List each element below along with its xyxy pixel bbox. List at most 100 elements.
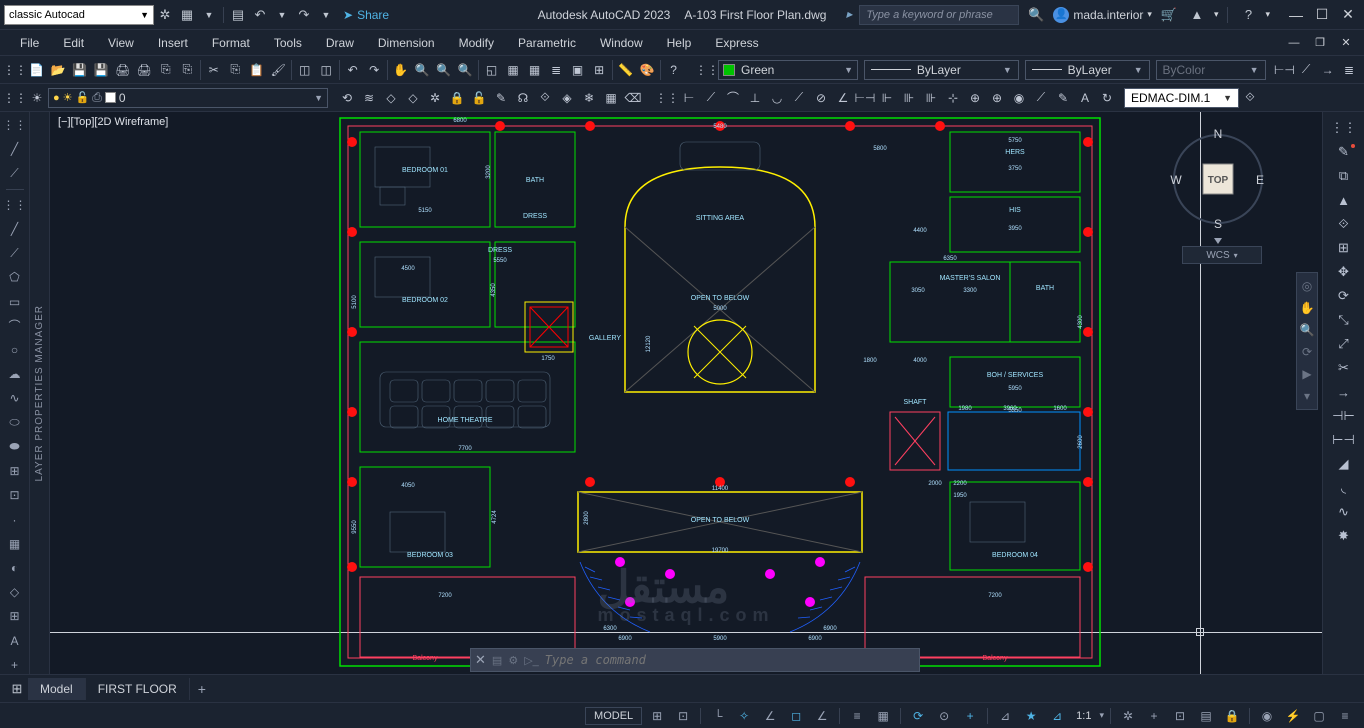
dimstyle-icon[interactable]: ⟐ xyxy=(1239,87,1261,109)
linetype-selector[interactable]: ByLayer ▼ xyxy=(864,60,1019,80)
anno-visibility-icon[interactable]: ★ xyxy=(1020,706,1042,726)
menu-parametric[interactable]: Parametric xyxy=(506,33,588,53)
dim-linear-icon[interactable]: ⊢⊣ xyxy=(1273,59,1295,81)
menu-window[interactable]: Window xyxy=(588,33,655,53)
wcs-indicator[interactable]: WCS ▾ xyxy=(1182,246,1262,264)
chevron-down-icon[interactable]: ▼ xyxy=(317,6,335,24)
layer-off-icon[interactable]: ◇ xyxy=(402,87,424,109)
dim-ordinate-icon[interactable]: ⊥ xyxy=(744,87,766,109)
array-icon[interactable]: ⊞ xyxy=(1331,238,1357,258)
layer-vpfreeze-icon[interactable]: ❄ xyxy=(578,87,600,109)
workspace-selector[interactable]: classic Autocad ▼ xyxy=(4,5,154,25)
3dosnap-icon[interactable]: ⊙ xyxy=(933,706,955,726)
dim-quick-icon[interactable]: ⊢⊣ xyxy=(854,87,876,109)
publish-icon[interactable]: ⎘ xyxy=(155,59,177,81)
dim-angular-icon[interactable]: ∠ xyxy=(832,87,854,109)
explode-icon[interactable]: ✸ xyxy=(1331,526,1357,546)
pan-icon[interactable]: ✋ xyxy=(390,59,412,81)
add-selected-icon[interactable]: + xyxy=(5,656,25,674)
tolerance-icon[interactable]: ⊕ xyxy=(964,87,986,109)
rotate-icon[interactable]: ⟳ xyxy=(1331,286,1357,306)
dimstyle-selector[interactable]: EDMAC-DIM.1 ▼ xyxy=(1124,88,1239,108)
transparency-icon[interactable]: ▦ xyxy=(872,706,894,726)
construction-line-icon[interactable]: ╱ xyxy=(5,220,25,238)
search-icon[interactable]: 🔍 xyxy=(1027,6,1045,24)
extend-icon[interactable]: → xyxy=(1331,382,1357,402)
grip-icon[interactable]: ⋮⋮ xyxy=(656,87,678,109)
dim-radius-icon[interactable]: ◡ xyxy=(766,87,788,109)
layer-states-icon[interactable]: ≋ xyxy=(358,87,380,109)
menu-modify[interactable]: Modify xyxy=(447,33,506,53)
trim-icon[interactable]: ✂ xyxy=(1331,358,1357,378)
layer-iso-icon[interactable]: ◇ xyxy=(380,87,402,109)
command-input[interactable] xyxy=(545,653,915,667)
layer-unlock-icon[interactable]: 🔓 xyxy=(468,87,490,109)
menu-help[interactable]: Help xyxy=(655,33,704,53)
dim-text-edit-icon[interactable]: A xyxy=(1074,87,1096,109)
break-icon[interactable]: ⊣⊢ xyxy=(1331,406,1357,426)
design-center-icon[interactable]: ▦ xyxy=(502,59,524,81)
chevron-down-icon[interactable]: ▾ xyxy=(1214,9,1219,20)
share-button[interactable]: ➤ Share xyxy=(343,8,389,22)
menu-draw[interactable]: Draw xyxy=(314,33,366,53)
close-icon[interactable]: ✕ xyxy=(475,652,486,668)
render-icon[interactable]: 🎨 xyxy=(636,59,658,81)
copy-icon[interactable]: ⎘ xyxy=(224,59,246,81)
pan-nav-icon[interactable]: ✋ xyxy=(1298,299,1316,317)
tab-model[interactable]: Model xyxy=(28,678,86,700)
grid-icon[interactable]: ▦ xyxy=(178,6,196,24)
grip2-icon[interactable]: ⋮⋮ xyxy=(696,59,718,81)
polyline2-icon[interactable]: ⟋ xyxy=(5,244,25,262)
erase-icon[interactable]: ✎ xyxy=(1331,142,1357,162)
layer-merge-icon[interactable]: ▦ xyxy=(600,87,622,109)
spline-icon[interactable]: ∿ xyxy=(5,389,25,407)
zoom-window-icon[interactable]: 🔍 xyxy=(433,59,455,81)
dim-baseline-icon[interactable]: ⊩ xyxy=(876,87,898,109)
layer-delete-icon[interactable]: ⌫ xyxy=(622,87,644,109)
doc-restore-button[interactable]: ❐ xyxy=(1308,34,1332,52)
copy-icon[interactable]: ⧉ xyxy=(1331,166,1357,186)
anno-autoscale-icon[interactable]: ⊿ xyxy=(1046,706,1068,726)
stretch-icon[interactable]: ⤢ xyxy=(1331,334,1357,354)
grid-icon[interactable]: ⊞ xyxy=(646,706,668,726)
redo-icon[interactable]: ↷ xyxy=(363,59,385,81)
new-icon[interactable]: 📄 xyxy=(26,59,48,81)
chevron-down-icon[interactable]: ▾ xyxy=(1265,9,1270,20)
dyn-input-icon[interactable]: + xyxy=(959,706,981,726)
fillet-icon[interactable]: ◟ xyxy=(1331,478,1357,498)
menu-view[interactable]: View xyxy=(96,33,146,53)
quickcalc-icon[interactable]: ⊞ xyxy=(588,59,610,81)
layer-properties-manager-panel[interactable]: LAYER PROPERTIES MANAGER xyxy=(30,112,50,674)
list-icon[interactable]: ≣ xyxy=(1338,59,1360,81)
block-editor-icon[interactable]: ◫ xyxy=(315,59,337,81)
grip-icon[interactable]: ⋮⋮ xyxy=(1331,118,1357,138)
match-icon[interactable]: 🖌 xyxy=(267,59,289,81)
jogged-linear-icon[interactable]: ⟋ xyxy=(1030,87,1052,109)
dim-space-icon[interactable]: ⊪ xyxy=(920,87,942,109)
showmotion-icon[interactable]: ▶ xyxy=(1298,365,1316,383)
join-icon[interactable]: ⊢⊣ xyxy=(1331,430,1357,450)
tab-layout[interactable]: FIRST FLOOR xyxy=(86,678,190,700)
annotation-monitor-icon[interactable]: + xyxy=(1143,706,1165,726)
close-button[interactable]: ✕ xyxy=(1336,6,1360,24)
layer-props-icon[interactable]: ☀ xyxy=(26,87,48,109)
sheet-set-icon[interactable]: ≣ xyxy=(545,59,567,81)
doc-close-button[interactable]: ✕ xyxy=(1334,34,1358,52)
save-icon[interactable]: ▤ xyxy=(229,6,247,24)
drawing-tabs-icon[interactable]: ⊞ xyxy=(8,680,26,698)
dim-linear2-icon[interactable]: ⊢ xyxy=(678,87,700,109)
table-icon[interactable]: ⊞ xyxy=(5,607,25,625)
print-icon[interactable]: 🖨 xyxy=(112,59,134,81)
layer-change-icon[interactable]: ☊ xyxy=(512,87,534,109)
grip-icon[interactable]: ⋮⋮ xyxy=(5,196,25,214)
dim-aligned2-icon[interactable]: ⟋ xyxy=(700,87,722,109)
circle-icon[interactable]: ○ xyxy=(5,341,25,359)
undo-icon[interactable]: ↶ xyxy=(342,59,364,81)
layer-lock-icon[interactable]: 🔒 xyxy=(446,87,468,109)
point-icon[interactable]: · xyxy=(5,510,25,528)
workspace-switch-icon[interactable]: ✲ xyxy=(1117,706,1139,726)
open-icon[interactable]: 📂 xyxy=(48,59,70,81)
polyline-icon[interactable]: ⟋ xyxy=(5,164,25,182)
annotation-icon[interactable]: ⊿ xyxy=(994,706,1016,726)
apps-icon[interactable]: ▲ xyxy=(1188,6,1206,24)
